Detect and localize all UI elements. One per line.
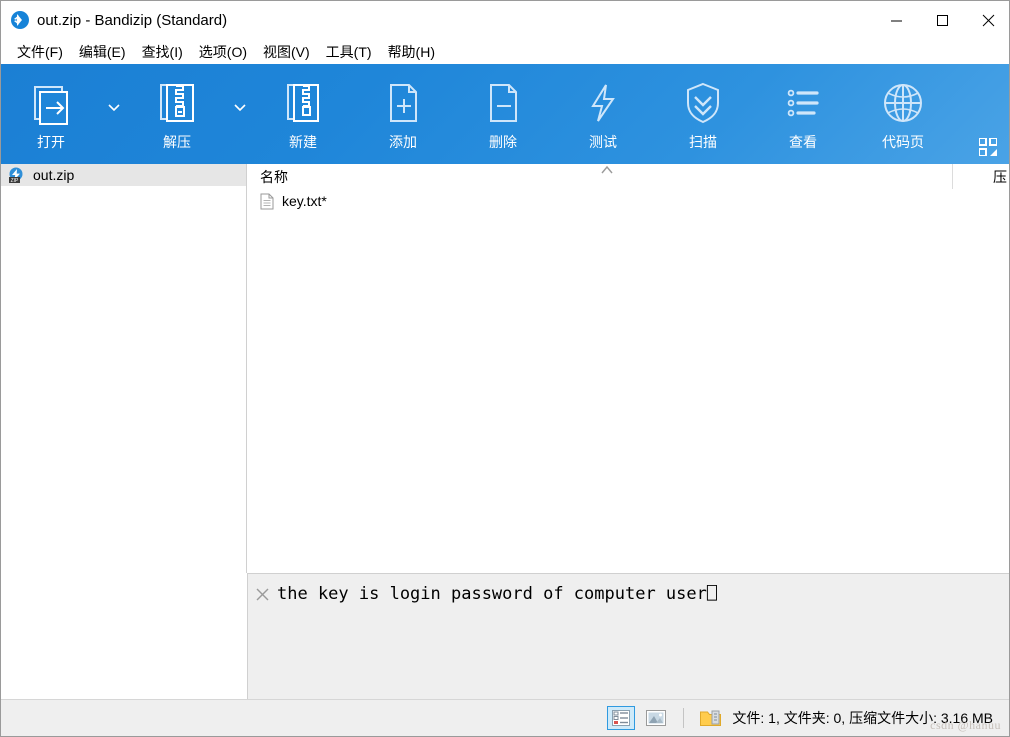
details-view-icon[interactable] bbox=[607, 706, 636, 730]
file-list-header: 名称 压 bbox=[248, 164, 1009, 190]
toolbar-label-open: 打开 bbox=[37, 134, 65, 150]
extract-dropdown-chevron-down-icon[interactable] bbox=[227, 64, 253, 164]
file-list-rows: key.txt* bbox=[248, 190, 1009, 212]
table-row[interactable]: key.txt* bbox=[248, 190, 1009, 212]
column-header-compressed[interactable]: 压 bbox=[952, 164, 1009, 189]
scan-shield-icon bbox=[680, 76, 726, 130]
toolbar-label-view: 查看 bbox=[789, 134, 817, 150]
codepage-globe-icon bbox=[880, 76, 926, 130]
grid-layout-icon[interactable] bbox=[978, 137, 998, 157]
view-list-icon bbox=[780, 76, 826, 130]
toolbar-button-codepage[interactable]: 代码页 bbox=[853, 64, 953, 164]
toolbar-label-new: 新建 bbox=[289, 134, 317, 150]
maximize-icon[interactable] bbox=[919, 1, 965, 39]
add-file-icon bbox=[380, 76, 426, 130]
main-toolbar: 打开 解压 新建 添加 删除 测试 扫描 查看 代码页 bbox=[1, 64, 1009, 164]
toolbar-label-delete: 删除 bbox=[489, 134, 517, 150]
toolbar-label-add: 添加 bbox=[389, 134, 417, 150]
toolbar-label-scan: 扫描 bbox=[689, 134, 717, 150]
open-dropdown-chevron-down-icon[interactable] bbox=[101, 64, 127, 164]
test-lightning-icon bbox=[580, 76, 626, 130]
toolbar-button-extract[interactable]: 解压 bbox=[127, 64, 227, 164]
column-header-name[interactable]: 名称 bbox=[248, 167, 288, 187]
toolbar-button-new[interactable]: 新建 bbox=[253, 64, 353, 164]
caret-up-icon bbox=[600, 164, 614, 178]
status-divider bbox=[683, 708, 685, 728]
toolbar-button-test[interactable]: 测试 bbox=[553, 64, 653, 164]
thumbnail-view-icon[interactable] bbox=[643, 707, 669, 729]
menu-item-edit[interactable]: 编辑(E) bbox=[71, 40, 134, 64]
open-archive-icon bbox=[28, 76, 74, 130]
menu-item-find[interactable]: 查找(I) bbox=[134, 40, 191, 64]
preview-text: the key is login password of computer us… bbox=[277, 584, 718, 604]
new-archive-icon bbox=[280, 76, 326, 130]
text-document-icon bbox=[260, 193, 274, 210]
svg-text:ZIP: ZIP bbox=[11, 178, 19, 184]
toolbar-button-open[interactable]: 打开 bbox=[1, 64, 101, 164]
menu-item-tools[interactable]: 工具(T) bbox=[318, 40, 380, 64]
watermark: csdn @hanuu bbox=[930, 718, 1001, 732]
preview-sidebar-gap bbox=[1, 573, 248, 701]
extract-icon bbox=[154, 76, 200, 130]
delete-file-icon bbox=[480, 76, 526, 130]
preview-panel: the key is login password of computer us… bbox=[248, 573, 1009, 702]
menu-item-help[interactable]: 帮助(H) bbox=[380, 40, 443, 64]
zip-archive-icon: ZIP bbox=[7, 167, 25, 184]
toolbar-label-test: 测试 bbox=[589, 134, 617, 150]
window-title: out.zip - Bandizip (Standard) bbox=[37, 11, 228, 29]
bandizip-window: out.zip - Bandizip (Standard) 文件(F) 编辑(E… bbox=[0, 0, 1010, 737]
title-bar: out.zip - Bandizip (Standard) bbox=[1, 1, 1009, 39]
toolbar-label-codepage: 代码页 bbox=[882, 134, 924, 150]
toolbar-button-scan[interactable]: 扫描 bbox=[653, 64, 753, 164]
folder-icon[interactable] bbox=[698, 707, 724, 729]
toolbar-button-delete[interactable]: 删除 bbox=[453, 64, 553, 164]
close-preview-icon[interactable] bbox=[256, 588, 269, 605]
menu-item-file[interactable]: 文件(F) bbox=[9, 40, 71, 64]
menu-item-options[interactable]: 选项(O) bbox=[191, 40, 255, 64]
close-icon[interactable] bbox=[965, 1, 1009, 39]
tree-item-out-zip[interactable]: ZIP out.zip bbox=[1, 164, 246, 186]
toolbar-button-view[interactable]: 查看 bbox=[753, 64, 853, 164]
toolbar-label-extract: 解压 bbox=[163, 134, 191, 150]
tree-item-label: out.zip bbox=[33, 167, 75, 183]
minimize-icon[interactable] bbox=[873, 1, 919, 39]
menu-bar: 文件(F) 编辑(E) 查找(I) 选项(O) 视图(V) 工具(T) 帮助(H… bbox=[1, 39, 1009, 64]
file-name-label: key.txt* bbox=[282, 193, 327, 209]
status-view-icons bbox=[607, 706, 724, 730]
toolbar-button-add[interactable]: 添加 bbox=[353, 64, 453, 164]
status-bar: 文件: 1, 文件夹: 0, 压缩文件大小: 3.16 MB csdn @han… bbox=[1, 699, 1009, 736]
menu-item-view[interactable]: 视图(V) bbox=[255, 40, 318, 64]
window-controls bbox=[873, 1, 1009, 39]
bandizip-logo-icon bbox=[11, 11, 29, 29]
